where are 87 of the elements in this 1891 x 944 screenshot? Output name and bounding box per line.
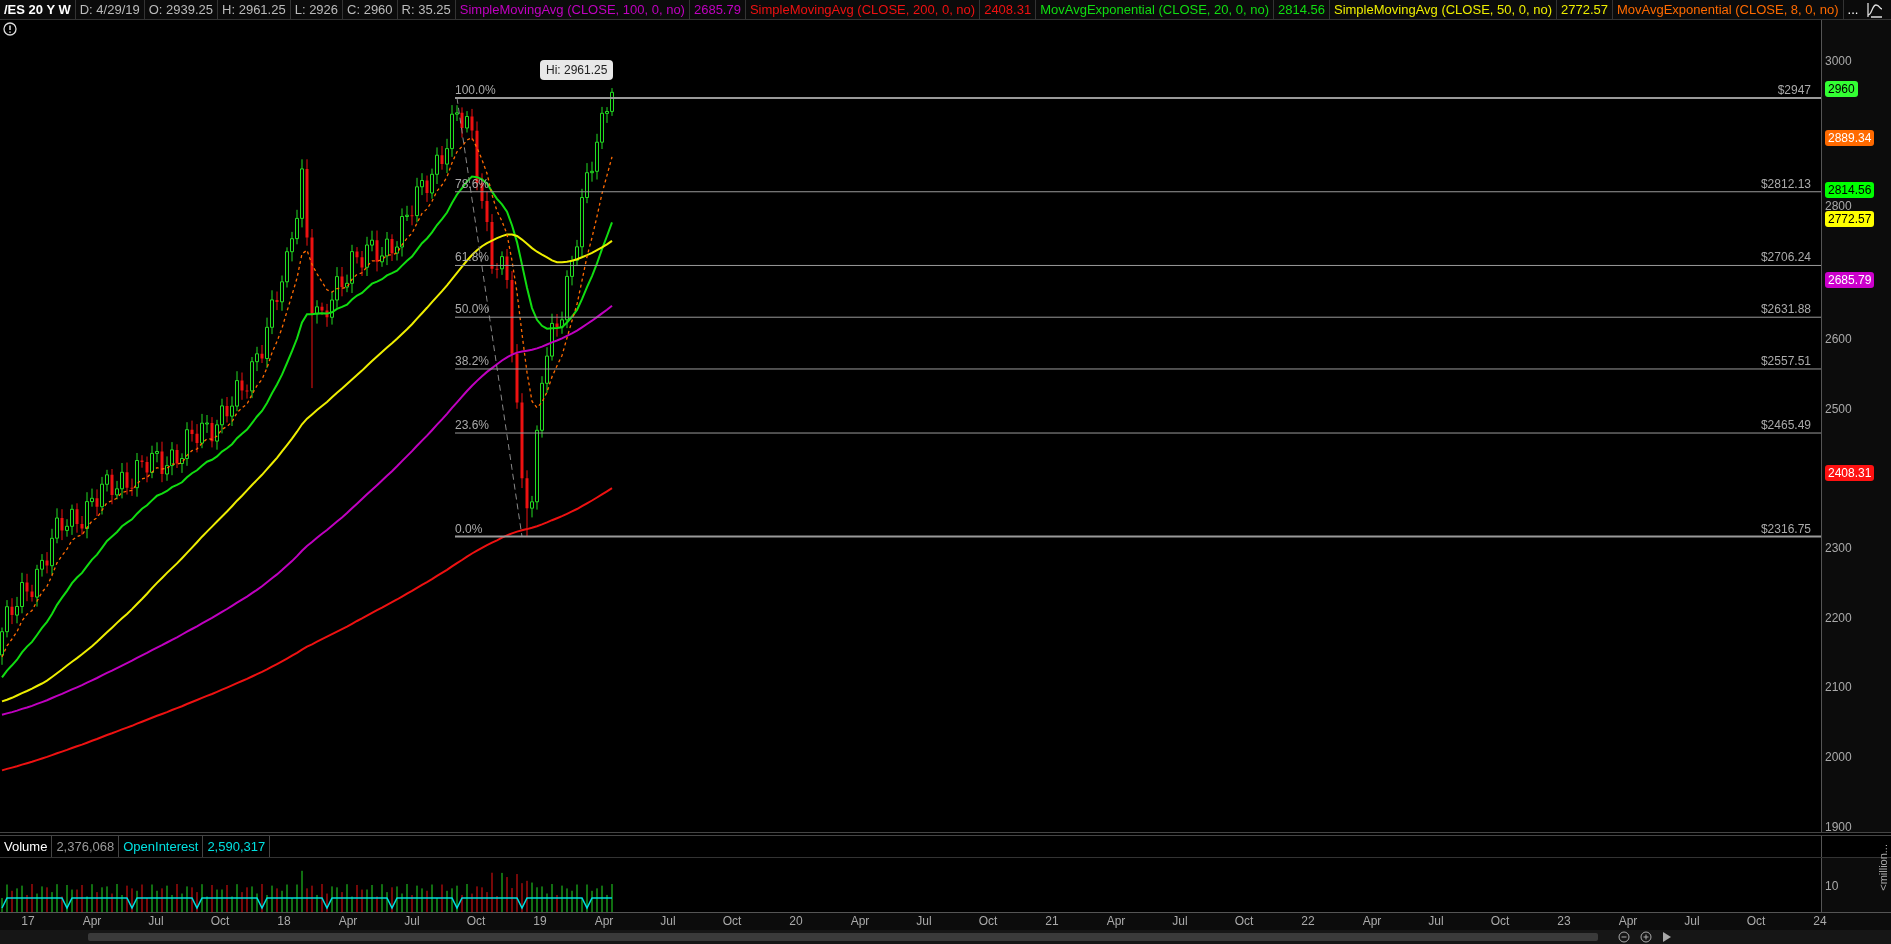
time-axis-label: Jul [1172, 915, 1188, 927]
time-axis-label: Jul [404, 915, 420, 927]
time-axis-label: 22 [1301, 915, 1315, 927]
fib-percent-label: 38.2% [455, 354, 490, 367]
time-axis-label: Apr [850, 915, 870, 927]
time-axis-label: Jul [1428, 915, 1444, 927]
time-axis-label: 19 [533, 915, 547, 927]
quote-field: H: 2961.25 [218, 0, 291, 19]
fib-percent-label: 0.0% [455, 522, 483, 535]
time-axis-label: Apr [1106, 915, 1126, 927]
price-axis-label: 2800 [1825, 200, 1852, 213]
time-axis-label: Oct [978, 915, 998, 927]
time-axis-label: 20 [789, 915, 803, 927]
price-marker: 2814.56 [1825, 182, 1875, 199]
price-marker: 2772.57 [1825, 211, 1875, 228]
time-axis-label: Oct [1490, 915, 1510, 927]
study-value: 2772.57 [1556, 0, 1613, 19]
zoom-in-icon[interactable] [1640, 931, 1652, 943]
time-axis-label: 21 [1045, 915, 1059, 927]
price-marker: 2960 [1825, 80, 1858, 97]
study-value: 2685.79 [689, 0, 746, 19]
volume-axis-label: 10 [1825, 880, 1839, 892]
time-axis-label: Apr [594, 915, 614, 927]
symbol-label: /ES 20 Y W [0, 0, 76, 19]
volume-legend-label: 2,376,068 [52, 836, 120, 857]
time-axis-label: Jul [916, 915, 932, 927]
study-value: 2814.56 [1274, 0, 1330, 19]
time-axis-label: Apr [1362, 915, 1382, 927]
high-price-bubble: Hi: 2961.25 [540, 60, 614, 80]
quote-field: L: 2926 [290, 0, 344, 19]
price-axis-label: 2300 [1825, 542, 1852, 555]
scrollbar-thumb[interactable] [88, 933, 1598, 941]
more-studies-button[interactable]: ... [1843, 0, 1863, 19]
time-axis-label: Oct [466, 915, 486, 927]
price-axis-label: 2200 [1825, 611, 1852, 624]
quote-field: R: 35.25 [397, 0, 456, 19]
volume-legend-label: 2,590,317 [203, 836, 271, 857]
quote-field: O: 2939.25 [144, 0, 219, 19]
fib-price-label: $2706.24 [1760, 251, 1811, 264]
time-axis-label: Apr [82, 915, 102, 927]
study-value: 2408.31 [980, 0, 1037, 19]
fib-percent-label: 100.0% [455, 83, 496, 96]
price-marker: 2685.79 [1825, 271, 1875, 288]
fib-price-label: $2316.75 [1760, 522, 1811, 535]
time-axis-label: Jul [148, 915, 164, 927]
fib-price-label: $2812.13 [1760, 177, 1811, 190]
time-axis-label: Oct [1234, 915, 1254, 927]
time-axis-label: Apr [338, 915, 358, 927]
fib-price-label: $2557.51 [1760, 354, 1811, 367]
study-name[interactable]: SimpleMovingAvg (CLOSE, 50, 0, no) [1330, 0, 1557, 19]
time-axis-label: Oct [722, 915, 742, 927]
zoom-out-icon[interactable] [1618, 931, 1630, 943]
time-axis-label: 18 [277, 915, 291, 927]
time-axis-label: Jul [1684, 915, 1700, 927]
time-axis-label: Oct [210, 915, 230, 927]
info-icon[interactable] [3, 22, 17, 36]
time-axis-label: Jul [660, 915, 676, 927]
price-axis-label: 2600 [1825, 333, 1852, 346]
time-axis-label: 17 [21, 915, 35, 927]
quote-field: C: 2960 [343, 0, 398, 19]
fib-percent-label: 50.0% [455, 303, 490, 316]
time-axis-label: 24 [1813, 915, 1827, 927]
study-name[interactable]: SimpleMovingAvg (CLOSE, 100, 0, no) [455, 0, 690, 19]
time-axis-label: Apr [1618, 915, 1638, 927]
price-marker: 2889.34 [1825, 130, 1875, 146]
quote-field: D: 4/29/19 [75, 0, 145, 19]
fib-percent-label: 23.6% [455, 419, 490, 431]
price-axis-label: 2100 [1825, 681, 1852, 694]
time-axis-label: 23 [1557, 915, 1571, 927]
fib-price-label: $2947 [1777, 83, 1811, 96]
fib-price-label: $2465.49 [1760, 419, 1811, 431]
price-marker: 2408.31 [1825, 464, 1875, 481]
scrollbar-track[interactable] [0, 930, 1891, 944]
study-name[interactable]: MovAvgExponential (CLOSE, 20, 0, no) [1036, 0, 1274, 19]
fib-price-label: $2631.88 [1760, 303, 1811, 316]
volume-legend-label: Volume [0, 836, 53, 857]
study-name[interactable]: MovAvgExponential (CLOSE, 8, 0, no) [1612, 0, 1844, 19]
price-axis-label: 2500 [1825, 403, 1852, 415]
price-axis-label: 1900 [1825, 820, 1852, 833]
price-axis-label: 2000 [1825, 751, 1852, 763]
study-curve-icon[interactable] [1867, 1, 1883, 18]
time-axis-label: Oct [1746, 915, 1766, 927]
study-name[interactable]: SimpleMovingAvg (CLOSE, 200, 0, no) [745, 0, 981, 19]
volume-unit-label: <million... [1878, 844, 1889, 891]
play-icon[interactable] [1662, 931, 1672, 943]
price-axis-label: 3000 [1825, 55, 1852, 67]
volume-legend-label: OpenInterest [119, 836, 204, 857]
